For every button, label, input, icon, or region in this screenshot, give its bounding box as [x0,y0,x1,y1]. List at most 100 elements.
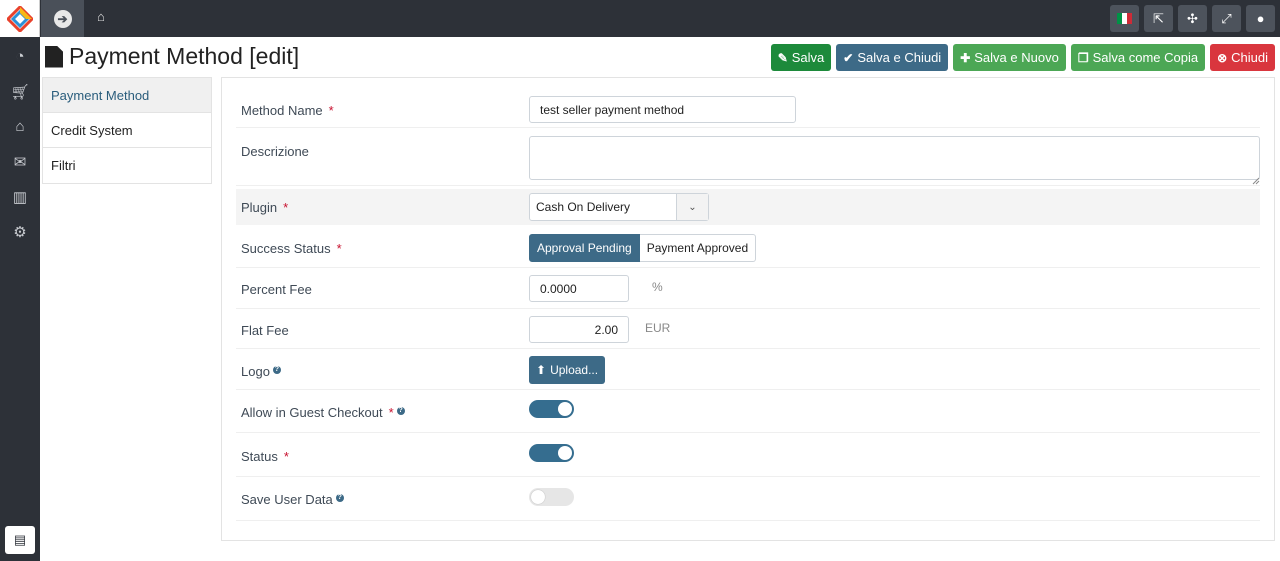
fullscreen-button[interactable]: ⤢ [1212,5,1241,32]
method-name-label-text: Method Name [241,103,323,118]
tab-credit-system[interactable]: Credit System [43,113,211,148]
plugin-select[interactable]: Cash On Delivery ⌄ [529,193,709,221]
description-textarea[interactable] [529,136,1260,180]
method-name-row: Method Name * test seller payment method [236,88,1260,128]
page-title-text: Payment Method [edit] [69,43,300,69]
save-copy-button[interactable]: ❐ Salva come Copia [1070,44,1206,71]
save-user-data-label: Save User Data? [241,492,344,507]
check-icon: ✔ [843,50,854,65]
description-row: Descrizione [236,128,1260,186]
resize-grip-icon[interactable] [1252,172,1260,185]
currency-unit: EUR [645,321,671,335]
home-icon[interactable]: ⌂ [97,9,105,24]
success-status-label-text: Success Status [241,241,331,256]
bar-chart-icon[interactable]: ▥ [0,179,40,214]
save-user-data-toggle[interactable] [529,488,574,506]
save-user-data-row: Save User Data? [236,477,1260,521]
required-marker: * [388,405,394,420]
language-button[interactable] [1110,5,1139,32]
close-circle-icon: ⊗ [1217,50,1228,65]
logo-icon [6,5,33,32]
save-user-data-label-text: Save User Data [241,492,333,507]
plugin-label: Plugin * [241,200,288,215]
envelope-icon[interactable]: ✉ [0,144,40,179]
user-icon: ● [1256,11,1265,26]
logo-label-text: Logo [241,364,270,379]
tab-payment-method[interactable]: Payment Method [43,78,211,113]
plus-icon: ✚ [960,50,971,65]
percent-unit: % [652,280,663,294]
method-name-input[interactable]: test seller payment method [529,96,796,123]
required-marker: * [336,241,342,256]
close-button[interactable]: ⊗ Chiudi [1210,44,1275,71]
guest-checkout-toggle[interactable] [529,400,574,418]
guest-checkout-label: Allow in Guest Checkout *? [241,405,405,420]
required-marker: * [283,449,289,464]
action-toolbar: ✎ Salva ✔ Salva e Chiudi ✚ Salva e Nuovo… [770,44,1275,71]
toggle-knob [558,446,572,460]
status-option-approval-pending[interactable]: Approval Pending [529,234,640,262]
save-button[interactable]: ✎ Salva [770,44,832,71]
close-button-label: Chiudi [1231,50,1268,65]
description-label: Descrizione [241,144,309,159]
toggle-knob [558,402,572,416]
help-icon[interactable]: ? [335,493,344,502]
logo-row: Logo? ⬆ Upload... [236,349,1260,390]
status-toggle[interactable] [529,444,574,462]
plugin-row: Plugin * Cash On Delivery ⌄ [236,189,1260,225]
method-name-label: Method Name * [241,103,334,118]
percent-fee-row: Percent Fee 0.0000 % [236,268,1260,309]
tab-list: Payment Method Credit System Filtri [42,77,212,184]
guest-checkout-label-text: Allow in Guest Checkout [241,405,383,420]
save-new-button[interactable]: ✚ Salva e Nuovo [953,44,1066,71]
top-navbar: ➔ ⌂ ⇱ ✣ ⤢ ● [0,0,1280,37]
percent-fee-label: Percent Fee [241,282,312,297]
gear-icon[interactable]: ⚙ [0,214,40,249]
success-status-label: Success Status * [241,241,342,256]
page-title: Payment Method [edit] [45,43,299,70]
help-icon[interactable]: ? [396,406,405,415]
save-copy-button-label: Salva come Copia [1092,50,1199,65]
external-link-icon: ⇱ [1153,10,1164,26]
upload-button[interactable]: ⬆ Upload... [529,356,606,384]
dashboard-icon[interactable]: ◔ [0,39,40,74]
user-button[interactable]: ● [1246,5,1275,32]
plugin-label-text: Plugin [241,200,278,215]
chevron-down-icon: ⌄ [676,194,708,220]
logo-label: Logo? [241,364,281,379]
document-icon [45,45,63,68]
status-row: Status * [236,433,1260,477]
success-status-row: Success Status * Approval Pending Payment… [236,228,1260,268]
form-panel: Method Name * test seller payment method … [221,77,1275,541]
joomla-icon: ✣ [1187,10,1198,26]
plugin-select-value: Cash On Delivery [536,200,631,214]
tab-filtri[interactable]: Filtri [43,148,211,183]
toggle-knob [531,490,545,504]
upload-icon: ⬆ [536,363,547,377]
app-logo[interactable] [0,0,40,37]
italian-flag-icon [1117,13,1132,24]
bank-icon[interactable]: ⌂ [0,109,40,144]
joomla-button[interactable]: ✣ [1178,5,1207,32]
arrow-circle-right-icon: ➔ [53,9,72,28]
required-marker: * [328,103,334,118]
status-label: Status * [241,449,289,464]
upload-button-label: Upload... [550,363,599,377]
save-new-button-label: Salva e Nuovo [974,50,1059,65]
left-sidebar: ◔ 🛒︎ ⌂ ✉ ▥ ⚙ ▤ [0,37,40,561]
menu-toggle-button[interactable]: ➔ [41,0,84,37]
top-right-toolbar: ⇱ ✣ ⤢ ● [1110,5,1275,32]
flat-fee-input[interactable]: 2.00 [529,316,629,343]
cart-icon[interactable]: 🛒︎ [0,74,40,109]
status-option-payment-approved[interactable]: Payment Approved [639,234,757,262]
success-status-segmented: Approval Pending Payment Approved [529,234,757,262]
save-close-button[interactable]: ✔ Salva e Chiudi [836,44,949,71]
book-icon[interactable]: ▤ [5,526,35,554]
status-label-text: Status [241,449,278,464]
expand-icon: ⤢ [1221,10,1232,26]
external-link-button[interactable]: ⇱ [1144,5,1173,32]
percent-fee-input[interactable]: 0.0000 [529,275,629,302]
flat-fee-label: Flat Fee [241,323,289,338]
save-close-button-label: Salva e Chiudi [857,50,942,65]
help-icon[interactable]: ? [272,365,281,374]
